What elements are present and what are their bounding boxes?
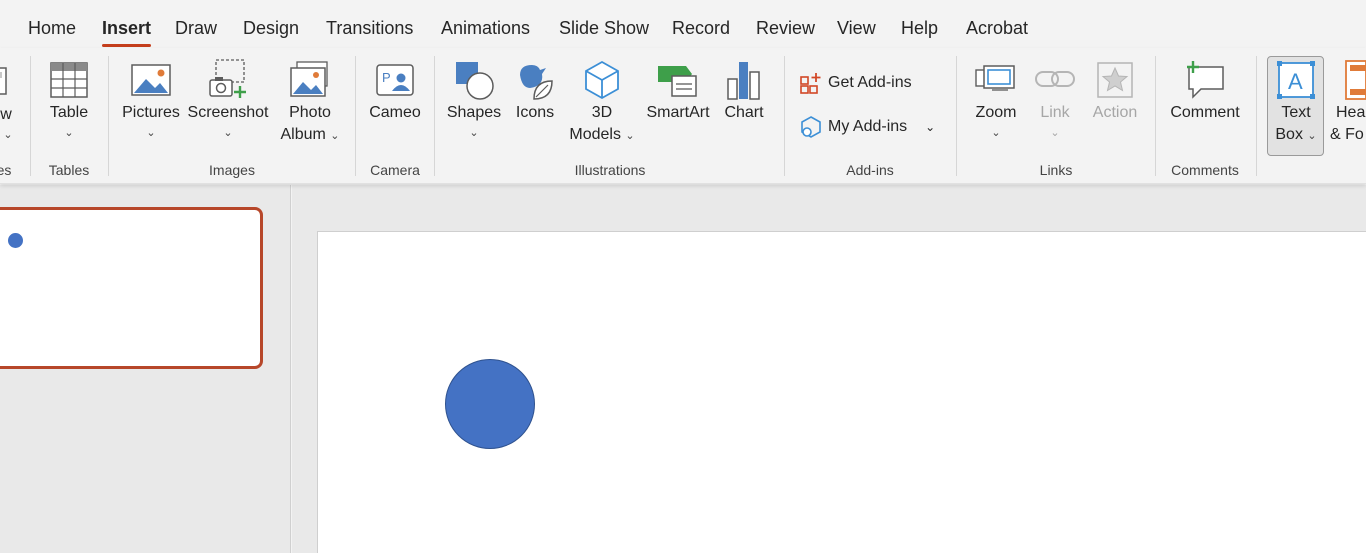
tab-design[interactable]: Design	[243, 18, 299, 39]
group-separator	[956, 56, 957, 176]
header-footer-icon	[1330, 58, 1366, 102]
group-label-tables: Tables	[48, 162, 90, 178]
chevron-down-icon: ⌄	[330, 130, 340, 142]
group-separator	[1256, 56, 1257, 176]
chevron-down-icon: ⌄	[223, 127, 233, 139]
my-add-ins-button[interactable]: My Add-ins ⌄	[798, 114, 935, 140]
cube-icon	[580, 58, 624, 102]
group-separator	[108, 56, 109, 176]
header-footer-button[interactable]: Hea & Fo	[1330, 58, 1366, 146]
smartart-icon	[656, 58, 700, 102]
tab-home[interactable]: Home	[28, 18, 76, 39]
group-label-slides: es	[0, 162, 12, 178]
chevron-down-icon: ⌄	[625, 130, 635, 142]
group-label-add-ins: Add-ins	[846, 162, 894, 178]
star-icon	[1093, 58, 1137, 102]
chevron-down-icon: ⌄	[1307, 130, 1317, 142]
pictures-button[interactable]: Pictures ⌄	[120, 58, 182, 140]
svg-text:A: A	[1288, 69, 1303, 94]
tab-review[interactable]: Review	[756, 18, 815, 39]
screenshot-icon	[206, 58, 250, 102]
circle-shape[interactable]	[445, 359, 535, 449]
cameo-button[interactable]: P Cameo	[366, 58, 424, 124]
chevron-down-icon: ⌄	[64, 127, 74, 139]
tab-help[interactable]: Help	[901, 18, 938, 39]
chevron-down-icon: ⌄	[146, 127, 156, 139]
text-box-icon: A	[1274, 58, 1318, 102]
ribbon-insert: w ⌄ es Table ⌄ Tables Pictures ⌄ Screens…	[0, 48, 1366, 184]
tab-transitions[interactable]: Transitions	[326, 18, 413, 39]
tab-acrobat[interactable]: Acrobat	[966, 18, 1028, 39]
tab-draw[interactable]: Draw	[175, 18, 217, 39]
shapes-icon	[452, 58, 496, 102]
get-add-ins-button[interactable]: Get Add-ins	[798, 70, 912, 96]
table-icon	[47, 58, 91, 102]
screenshot-button[interactable]: Screenshot ⌄	[188, 58, 268, 140]
group-label-camera: Camera	[370, 162, 420, 178]
group-separator	[434, 56, 435, 176]
zoom-button[interactable]: Zoom ⌄	[968, 58, 1024, 140]
chevron-down-icon: ⌄	[1050, 127, 1060, 139]
slide-editing-area	[292, 185, 1366, 553]
tab-animations[interactable]: Animations	[441, 18, 530, 39]
group-label-images: Images	[209, 162, 255, 178]
action-button[interactable]: Action	[1086, 58, 1144, 124]
group-separator	[1155, 56, 1156, 176]
chevron-down-icon: ⌄	[991, 127, 1001, 139]
link-icon	[1033, 58, 1077, 102]
comment-button[interactable]: Comment	[1166, 58, 1244, 124]
tab-slide-show[interactable]: Slide Show	[559, 18, 649, 39]
get-add-ins-icon	[798, 70, 824, 96]
tab-record[interactable]: Record	[672, 18, 730, 39]
chevron-down-icon: ⌄	[469, 127, 479, 139]
group-label-illustrations: Illustrations	[574, 162, 646, 178]
picture-icon	[129, 58, 173, 102]
group-separator	[355, 56, 356, 176]
svg-text:P: P	[382, 70, 391, 85]
tab-insert[interactable]: Insert	[102, 18, 152, 47]
bar-chart-icon	[722, 58, 766, 102]
icons-button[interactable]: Icons	[510, 58, 560, 124]
comment-icon	[1183, 58, 1227, 102]
photo-album-button[interactable]: Photo Album ⌄	[276, 58, 344, 146]
slide-thumbnail-pane	[0, 185, 291, 553]
my-add-ins-icon	[798, 114, 824, 140]
text-box-button[interactable]: A Text Box ⌄	[1268, 58, 1324, 146]
group-label-links: Links	[1039, 162, 1073, 178]
zoom-icon	[974, 58, 1018, 102]
cameo-icon: P	[373, 58, 417, 102]
photo-album-icon	[288, 58, 332, 102]
slide-canvas[interactable]	[317, 231, 1366, 553]
chevron-down-icon: ⌄	[3, 129, 13, 141]
chevron-down-icon[interactable]: ⌄	[925, 120, 935, 134]
group-label-comments: Comments	[1171, 162, 1239, 178]
table-button[interactable]: Table ⌄	[42, 58, 96, 140]
slide-thumbnail-1[interactable]	[0, 207, 263, 369]
new-slide-button[interactable]: w ⌄	[0, 60, 22, 142]
group-separator	[784, 56, 785, 176]
chart-button[interactable]: Chart	[718, 58, 770, 124]
tab-view[interactable]: View	[837, 18, 876, 39]
group-separator	[30, 56, 31, 176]
3d-models-button[interactable]: 3D Models ⌄	[566, 58, 638, 146]
shapes-button[interactable]: Shapes ⌄	[444, 58, 504, 140]
icons-icon	[513, 58, 557, 102]
link-button[interactable]: Link ⌄	[1030, 58, 1080, 140]
new-slide-icon	[0, 60, 24, 104]
thumbnail-circle-shape	[8, 233, 23, 248]
smartart-button[interactable]: SmartArt	[644, 58, 712, 124]
